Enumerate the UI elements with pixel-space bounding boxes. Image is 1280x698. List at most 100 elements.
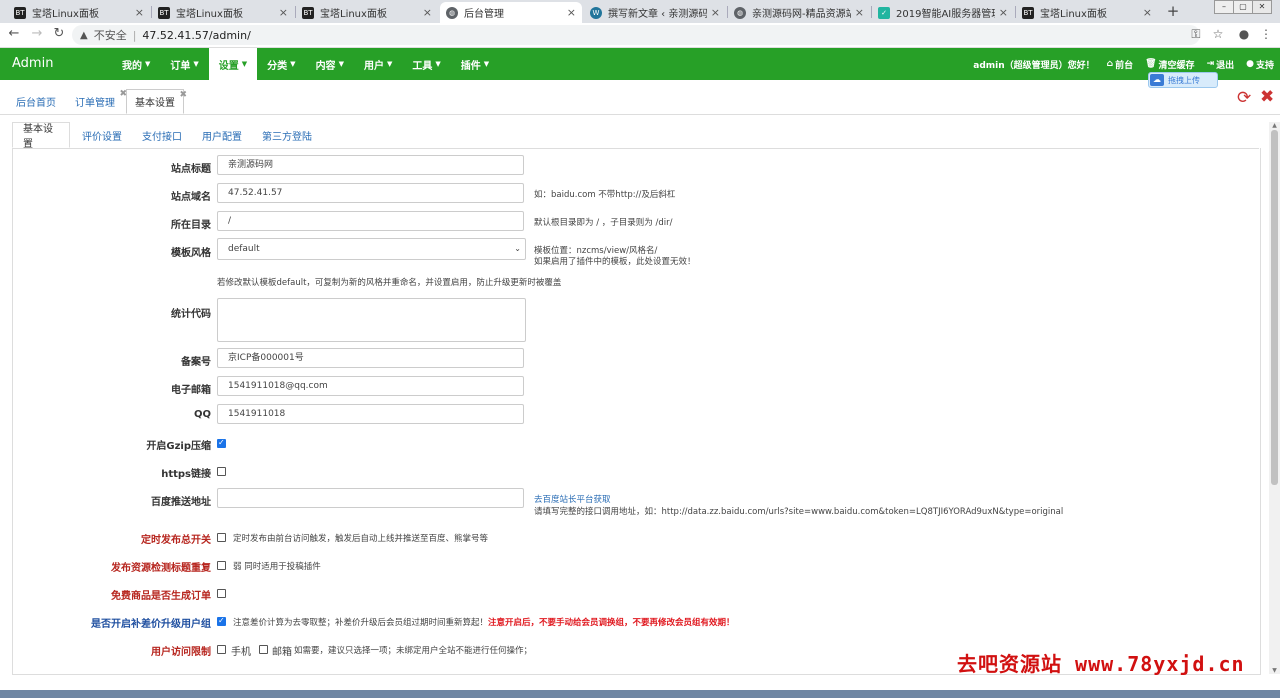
close-icon[interactable]: × — [999, 6, 1008, 19]
browser-tab-active[interactable]: ◍ 后台管理 × — [440, 2, 582, 23]
browser-tab[interactable]: BT 宝塔Linux面板 × — [152, 2, 294, 23]
menu-item-users[interactable]: 用户 ▼ — [354, 48, 402, 80]
free-order-checkbox[interactable] — [217, 589, 226, 598]
menu-item-category[interactable]: 分类 ▼ — [257, 48, 305, 80]
globe-icon: ◍ — [734, 6, 746, 19]
icp-input[interactable]: 京ICP备000001号 — [217, 348, 524, 368]
browser-tab[interactable]: BT 宝塔Linux面板 × — [296, 2, 438, 23]
brand[interactable]: Admin — [12, 56, 53, 71]
subtab-third-party-login[interactable]: 第三方登陆 — [252, 122, 322, 148]
close-icon[interactable]: × — [711, 6, 720, 19]
template-hint-2: 如果启用了插件中的模板，此处设置无效！ — [534, 257, 696, 267]
browser-tab-title: 宝塔Linux面板 — [320, 9, 387, 20]
site-title-input[interactable]: 亲测源码网 — [217, 155, 524, 175]
new-tab-icon[interactable]: + — [1164, 2, 1182, 20]
caret-down-icon: ▼ — [435, 60, 441, 68]
support-link[interactable]: ● 支持 — [1246, 58, 1274, 71]
back-icon[interactable]: ← — [6, 26, 22, 42]
profile-icon[interactable]: ● — [1236, 26, 1252, 42]
template-select[interactable]: default ⌄ — [217, 238, 526, 260]
upgrade-diff-checkbox[interactable] — [217, 616, 226, 626]
browser-tab[interactable]: BT 宝塔Linux面板 × — [1016, 2, 1158, 23]
menu-item-tools[interactable]: 工具 ▼ — [402, 48, 450, 80]
user-icon: ● — [1246, 59, 1254, 69]
forward-icon[interactable]: → — [29, 26, 45, 42]
menu-item-plugins[interactable]: 插件 ▼ — [451, 48, 499, 80]
reload-icon[interactable]: ↻ — [51, 26, 67, 42]
more-menu-icon[interactable]: ⋮ — [1258, 26, 1274, 42]
access-limit-phone-checkbox[interactable] — [217, 645, 226, 654]
cloud-icon: ☁ — [1150, 74, 1164, 86]
subtab-review[interactable]: 评价设置 — [72, 122, 132, 148]
baidu-webmaster-link[interactable]: 去百度站长平台获取 — [534, 495, 611, 505]
logout-link[interactable]: ⇥ 退出 — [1207, 58, 1235, 71]
main-menu: 我的 ▼ 订单 ▼ 设置 ▼ 分类 ▼ 内容 ▼ 用户 ▼ 工具 ▼ 插件 ▼ — [112, 48, 499, 80]
https-checkbox[interactable] — [217, 467, 226, 476]
email-field[interactable]: 1541911018@qq.com — [217, 376, 524, 396]
scroll-up-icon[interactable]: ▲ — [1269, 122, 1280, 129]
tab-basic-settings[interactable]: 基本设置 ✖ — [126, 89, 187, 114]
browser-tab-title: 宝塔Linux面板 — [1040, 9, 1107, 20]
https-label: https链接 — [161, 469, 211, 480]
chevron-down-icon: ⌄ — [514, 244, 521, 253]
page-tabs: 后台首页 订单管理 ✖ 基本设置 ✖ — [0, 86, 1280, 115]
site-domain-input[interactable]: 47.52.41.57 — [217, 183, 524, 203]
close-icon[interactable]: × — [855, 6, 864, 19]
menu-item-content[interactable]: 内容 ▼ — [306, 48, 354, 80]
browser-tab[interactable]: ◍ 亲测源码网-精品资源站长测 × — [728, 2, 870, 23]
access-limit-email-checkbox[interactable] — [259, 645, 268, 654]
browser-tab[interactable]: ✓ 2019智能AI服务器管理系统 × — [872, 2, 1014, 23]
stats-code-textarea[interactable] — [217, 298, 526, 342]
close-icon[interactable]: × — [1143, 6, 1152, 19]
browser-tab[interactable]: W 撰写新文章 ‹ 亲测源码网 — × — [584, 2, 726, 23]
menu-item-mine[interactable]: 我的 ▼ — [112, 48, 160, 80]
template-note: 若修改默认模板default，可复制为新的风格并重命名，并设置启用，防止升级更新… — [217, 278, 562, 288]
bt-favicon-icon: BT — [1022, 6, 1034, 19]
subtab-user-config[interactable]: 用户配置 — [192, 122, 252, 148]
menu-item-settings[interactable]: 设置 ▼ — [208, 48, 258, 80]
browser-tab-title: 后台管理 — [464, 9, 504, 20]
upgrade-diff-label: 是否开启补差价升级用户组 — [91, 619, 211, 630]
directory-hint: 默认根目录即为 / ，子目录则为 /dir/ — [534, 218, 673, 228]
subtab-basic[interactable]: 基本设置 — [12, 122, 70, 150]
browser-tab[interactable]: BT 宝塔Linux面板 × — [8, 2, 150, 23]
baidu-push-label: 百度推送地址 — [151, 497, 211, 508]
qq-input[interactable]: 1541911018 — [217, 404, 524, 424]
window-close-icon[interactable]: ✕ — [1252, 0, 1272, 14]
caret-down-icon: ▼ — [338, 60, 344, 68]
clear-cache-link[interactable]: 🗑 清空缓存 — [1145, 58, 1194, 71]
close-icon[interactable]: × — [423, 6, 432, 19]
minimize-icon[interactable]: – — [1214, 0, 1234, 14]
scroll-down-icon[interactable]: ▼ — [1269, 667, 1280, 674]
wordpress-icon: W — [590, 6, 602, 19]
directory-input[interactable]: / — [217, 211, 524, 231]
free-order-label: 免费商品是否生成订单 — [111, 591, 211, 602]
star-icon[interactable]: ☆ — [1210, 26, 1226, 42]
key-icon[interactable]: ⚿ — [1188, 26, 1204, 42]
access-limit-text: 如需要，建议只选择一项；未绑定用户全站不能进行任何操作； — [294, 646, 533, 656]
browser-tab-title: 宝塔Linux面板 — [32, 9, 99, 20]
maximize-icon[interactable]: ▢ — [1233, 0, 1253, 14]
close-icon[interactable]: × — [567, 6, 576, 19]
qq-label: QQ — [193, 409, 211, 420]
close-icon[interactable]: × — [279, 6, 288, 19]
refresh-icon[interactable]: ⟳ — [1237, 88, 1251, 108]
scheduled-publish-checkbox[interactable] — [217, 533, 226, 542]
scroll-thumb[interactable] — [1271, 130, 1278, 485]
upgrade-diff-warning: 注意开启后，不要手动给会员调换组，不要再修改会员组有效期！ — [488, 618, 735, 628]
dup-title-check-checkbox[interactable] — [217, 561, 226, 570]
menu-item-orders[interactable]: 订单 ▼ — [160, 48, 208, 80]
baidu-push-input[interactable] — [217, 488, 524, 508]
url-field[interactable]: ▲ 不安全 | 47.52.41.57/admin/ — [72, 25, 1200, 45]
upgrade-diff-text: 注意差价计算为去零取整；补差价升级后会员组过期时间重新算起！注意开启后，不要手动… — [233, 618, 735, 628]
close-icon[interactable]: ✖ — [179, 90, 187, 100]
home-link[interactable]: ⌂ 前台 — [1107, 58, 1133, 71]
stats-code-label: 统计代码 — [171, 309, 211, 320]
gzip-checkbox[interactable] — [217, 438, 226, 448]
tab-dashboard[interactable]: 后台首页 — [8, 89, 64, 114]
scrollbar[interactable]: ▲ ▼ — [1269, 122, 1280, 674]
subtab-payment[interactable]: 支付接口 — [132, 122, 192, 148]
close-icon[interactable]: × — [135, 6, 144, 19]
tab-order-management[interactable]: 订单管理 ✖ — [67, 89, 127, 114]
close-all-icon[interactable]: ✖ — [1260, 87, 1274, 107]
